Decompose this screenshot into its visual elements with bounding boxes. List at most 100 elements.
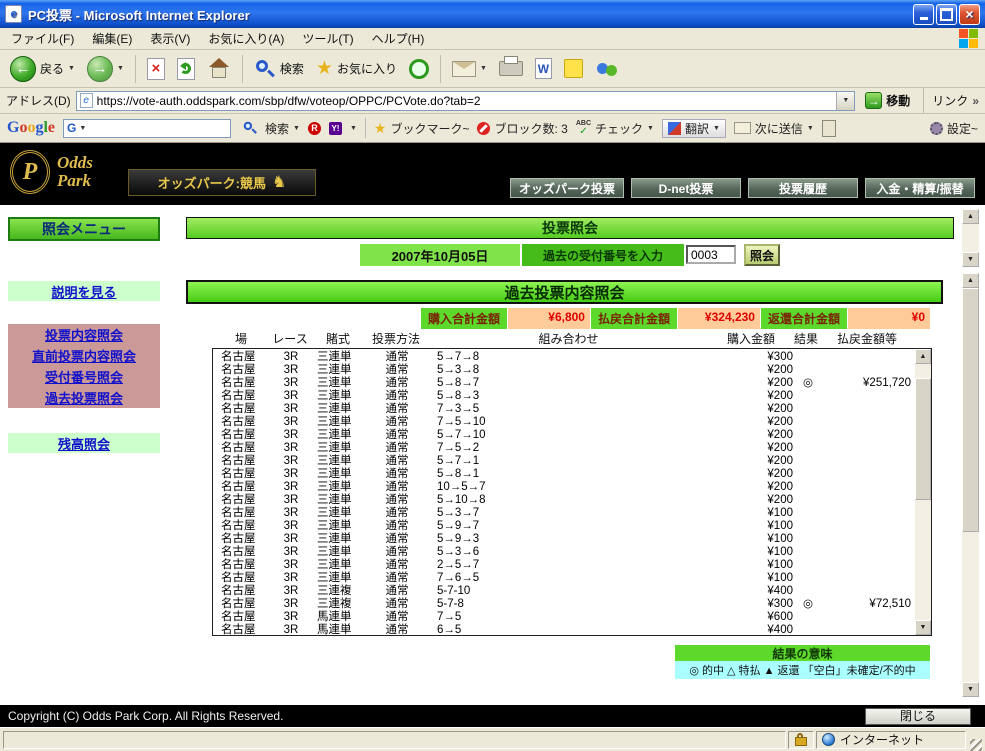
forward-dropdown[interactable] [117,65,124,72]
home-button[interactable] [203,56,235,82]
page-close-button[interactable]: 閉じる [865,707,971,725]
oddspark-logo[interactable]: Odds Park [10,150,93,194]
links-label: リンク [932,94,969,108]
refresh-button[interactable] [173,56,199,82]
google-search-box[interactable] [63,118,232,138]
site-nav-button[interactable]: オッズパーク投票 [509,178,624,198]
menu-item[interactable]: 編集(E) [83,27,141,50]
address-field[interactable] [75,90,856,111]
inquiry-submit-button[interactable]: 照会 [744,244,780,266]
popup-blocker-button[interactable]: ブロック数: 3 [477,120,568,137]
send-to-button[interactable]: 次に送信 [733,120,814,137]
table-row: 名古屋 3R 三連単 通常 7→3→5 ¥200 [213,403,915,416]
close-button[interactable] [959,3,980,25]
menu-item[interactable]: ファイル(F) [2,27,83,50]
links-menu[interactable]: リンク [932,92,979,109]
race-cell: 3R [283,533,299,545]
sidebar-link[interactable]: 受付番号照会 [8,366,160,387]
sidebar-link[interactable]: 過去投票照会 [8,387,160,408]
site-nav-button[interactable]: 投票履歴 [748,178,858,198]
popup-blocker-icon [477,121,491,135]
search-icon [254,58,276,80]
yahoo-icon[interactable] [328,121,342,135]
go-label: 移動 [886,94,911,108]
google-search-button[interactable]: 検索 [239,117,300,139]
table-row: 名古屋 3R 三連複 通常 5-7-10 ¥400 [213,585,915,598]
combination-cell: 5→9→7 [437,520,480,532]
toolbar-separator [923,86,925,115]
back-button[interactable]: 戻る [6,54,79,84]
payout-cell [823,416,915,429]
table-scrollbar[interactable] [915,349,931,635]
scrollbar-track[interactable] [962,224,979,252]
security-zone-panel: インターネット [816,730,966,749]
result-cell [793,520,823,533]
page-favicon [79,93,93,108]
scroll-up-button[interactable] [962,209,979,224]
venue-cell: 名古屋 [221,624,256,635]
sidebar-link[interactable]: 直前投票内容照会 [8,345,160,366]
venue-cell: 名古屋 [221,546,256,558]
scrollbar-track[interactable] [915,364,931,620]
menu-item[interactable]: ヘルプ(H) [363,27,434,50]
sidebar-link-help[interactable]: 説明を見る [8,281,160,301]
history-button[interactable] [405,57,433,81]
top-frame-scrollbar[interactable] [962,209,979,267]
summary-pair: 購入合計金額 ¥6,800 [419,308,590,329]
race-cell: 3R [283,390,299,402]
scrollbar-thumb[interactable] [962,288,979,533]
clipboard-icon[interactable] [821,119,836,137]
method-cell: 通常 [385,481,409,493]
favorites-button[interactable]: お気に入り [312,57,401,81]
address-input[interactable] [92,92,837,109]
maximize-button[interactable] [936,3,957,25]
messenger-button[interactable] [591,57,623,81]
minimize-button[interactable] [913,3,934,25]
forward-button[interactable] [83,54,128,84]
method-cell: 通常 [385,507,409,519]
bet-type-cell: 三連単 [317,351,352,363]
back-dropdown[interactable] [68,65,75,72]
sidebar-link-balance[interactable]: 残高照会 [8,433,160,453]
scroll-down-button[interactable] [915,620,931,635]
resize-grip[interactable] [970,739,982,751]
scroll-up-button[interactable] [915,349,931,364]
site-nav-button[interactable]: 入金・精算/振替 [865,178,975,198]
spellcheck-button[interactable]: チェック [576,120,654,137]
mail-button[interactable] [448,59,491,79]
settings-button[interactable]: 設定~ [929,120,978,137]
scroll-up-button[interactable] [962,273,979,288]
menu-item[interactable]: 表示(V) [141,27,199,50]
discuss-button[interactable] [560,57,587,80]
send-label: 次に送信 [754,121,803,136]
receipt-number-input[interactable] [686,245,736,264]
scrollbar-thumb[interactable] [915,378,931,500]
amount-cell: ¥100 [767,520,793,532]
sidebar-links: 投票内容照会 直前投票内容照会 受付番号照会 過去投票照会 [8,324,160,408]
site-nav-button[interactable]: D-net投票 [631,178,741,198]
table-column-headers: 場 レース 賭式 投票方法 組み合わせ 購入金額 結果 払戻金額等 [212,330,913,347]
go-button[interactable]: 移動 [860,91,915,110]
scrollbar-track[interactable] [962,288,979,682]
scroll-down-button[interactable] [962,682,979,697]
main-frame-scrollbar[interactable] [962,273,979,697]
menu-item[interactable]: お気に入り(A) [199,27,293,50]
bookmarks-button[interactable]: ブックマーク~ [374,118,469,138]
combination-cell: 5→3→8 [437,364,480,376]
chevron-down-icon[interactable] [350,125,357,132]
method-cell: 通常 [385,585,409,597]
mail-icon [451,60,476,77]
r-site-icon[interactable] [307,121,321,135]
sidebar-link[interactable]: 投票内容照会 [8,324,160,345]
stop-button[interactable] [143,56,169,82]
menu-item[interactable]: ツール(T) [293,27,362,50]
scroll-down-button[interactable] [962,252,979,267]
search-button[interactable]: 検索 [250,56,308,82]
translate-button[interactable]: 翻訳 [661,118,726,138]
chevron-down-icon[interactable] [79,125,86,132]
edit-word-button[interactable] [531,56,556,81]
mail-dropdown[interactable] [480,65,487,72]
window-controls [913,3,980,25]
address-dropdown[interactable] [836,91,855,110]
print-button[interactable] [495,56,527,78]
